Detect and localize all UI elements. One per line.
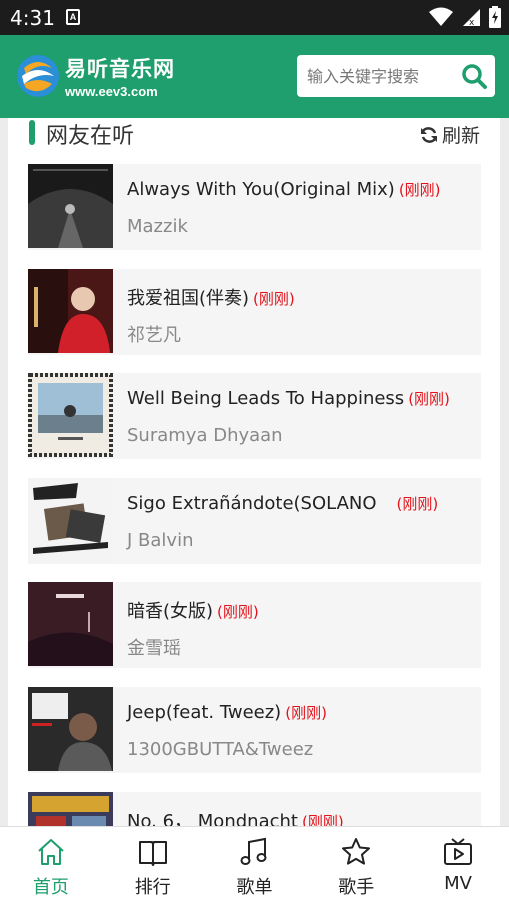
logo-icon [17,55,59,97]
refresh-button[interactable]: 刷新 [420,121,480,148]
song-title-line: 暗香(女版) (刚刚) [127,597,259,623]
battery-icon [489,6,501,28]
song-item[interactable]: Always With You(Original Mix) (刚刚) Mazzik [28,164,481,250]
bottom-nav: 首页 排行 歌单 歌手 MV [0,826,509,904]
search-icon[interactable] [461,63,487,89]
album-cover [28,686,113,771]
album-cover [28,477,113,562]
album-cover [28,373,113,458]
song-title-line: Sigo Extrañándote(SOLANO (刚刚) [127,493,438,514]
song-title-line: 我爱祖国(伴奏) (刚刚) [127,284,295,310]
nav-playlist[interactable]: 歌单 [204,827,306,904]
song-title-line: Well Being Leads To Happiness (刚刚) [127,388,450,409]
song-title: Always With You(Original Mix) [127,179,395,200]
song-item[interactable]: Well Being Leads To Happiness (刚刚) Suramy… [28,373,481,460]
nav-label: 歌单 [236,877,273,898]
time-tag: (刚刚) [217,603,259,622]
app-header: 易听音乐网 www.eev3.com [0,35,509,118]
wifi-icon [429,7,453,26]
song-item[interactable]: 我爱祖国(伴奏) (刚刚) 祁艺凡 [28,268,481,355]
time-tag: (刚刚) [398,181,441,199]
svg-text:x: x [469,18,475,27]
refresh-icon [420,126,437,143]
site-logo[interactable]: 易听音乐网 www.eev3.com [16,53,175,99]
song-list: Always With You(Original Mix) (刚刚) Mazzik… [28,164,481,838]
song-artist: 祁艺凡 [127,324,181,346]
album-cover [28,268,113,353]
song-artist: 1300GBUTTA&Tweez [127,738,314,760]
brand-name: 易听音乐网 [65,57,175,81]
signal-icon: x [463,9,480,27]
song-title: Sigo Extrañándote(SOLANO [127,492,377,514]
song-artist: Mazzik [127,216,188,237]
search-input[interactable] [307,64,457,88]
time-tag: (刚刚) [285,703,327,722]
book-icon [138,841,167,866]
album-cover [28,164,113,248]
listening-card: 网友在听 刷新 Always With You(Original Mix) (刚… [8,118,500,838]
notification-icon: A [66,9,80,25]
song-item[interactable]: 暗香(女版) (刚刚) 金雪瑶 [28,582,481,669]
brand-url: www.eev3.com [65,84,158,99]
nav-label: 歌手 [338,877,375,898]
status-icons: x [429,6,501,28]
nav-label: 排行 [134,877,171,898]
section-accent-bar [29,120,35,145]
nav-home[interactable]: 首页 [0,827,102,904]
song-item[interactable]: Sigo Extrañándote(SOLANO (刚刚) J Balvin [28,477,481,564]
search-box [297,55,495,97]
nav-label: MV [444,873,472,894]
time-tag: (刚刚) [253,289,295,308]
song-artist: Suramya Dhyaan [127,425,283,447]
song-title: Jeep(feat. Tweez) [127,701,282,723]
song-artist: 金雪瑶 [127,638,181,660]
album-cover [28,582,113,667]
time-tag: (刚刚) [396,494,439,513]
time-tag: (刚刚) [408,390,450,409]
tv-icon [444,838,473,865]
section-title: 网友在听 [46,124,135,149]
song-title: 暗香(女版) [127,601,214,623]
refresh-label: 刷新 [441,125,480,147]
music-note-icon [240,837,267,865]
song-title-line: Always With You(Original Mix) (刚刚) [127,179,441,200]
song-title: 我爱祖国(伴奏) [127,287,250,309]
home-icon [38,839,64,865]
song-artist: J Balvin [127,529,194,551]
song-title: Well Being Leads To Happiness [127,388,405,410]
status-time: 4:31 [10,6,55,30]
nav-label: 首页 [32,877,69,898]
nav-singer[interactable]: 歌手 [305,827,407,904]
song-title-line: Jeep(feat. Tweez) (刚刚) [127,702,327,723]
status-bar: 4:31 A x [0,0,509,35]
nav-ranking[interactable]: 排行 [102,827,204,904]
section-header: 网友在听 刷新 [8,118,500,158]
nav-mv[interactable]: MV [407,827,509,904]
song-item[interactable]: Jeep(feat. Tweez) (刚刚) 1300GBUTTA&Tweez [28,686,481,773]
star-icon [342,838,371,865]
